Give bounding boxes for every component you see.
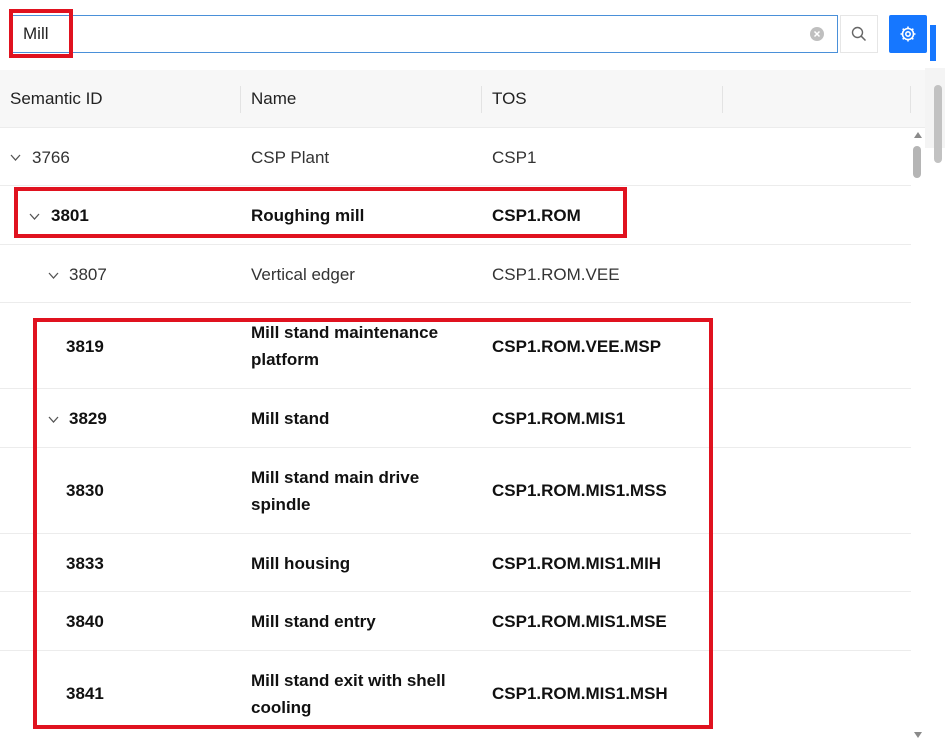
semantic-id: 3829: [69, 409, 107, 428]
search-box: [12, 15, 838, 53]
semantic-id: 3841: [66, 684, 104, 703]
clear-circle-icon[interactable]: [810, 27, 824, 41]
table-row[interactable]: 3807 Vertical edger CSP1.ROM.VEE: [0, 245, 911, 303]
settings-button[interactable]: [889, 15, 927, 53]
name-cell: Mill stand: [251, 409, 330, 428]
search-button[interactable]: [840, 15, 878, 53]
name-cell: Vertical edger: [251, 265, 355, 284]
tos-cell: CSP1: [492, 148, 537, 167]
chevron-down-icon[interactable]: [48, 272, 59, 279]
scroll-down-arrow-icon[interactable]: [914, 732, 922, 738]
name-cell-line2: platform: [251, 350, 319, 369]
outer-scroll-thumb[interactable]: [934, 85, 942, 163]
scroll-up-arrow-icon[interactable]: [914, 132, 922, 138]
name-cell-line2: cooling: [251, 698, 312, 717]
semantic-id: 3840: [66, 612, 104, 631]
semantic-id: 3819: [66, 337, 104, 356]
chevron-down-icon[interactable]: [48, 416, 59, 423]
tos-cell: CSP1.ROM.MIS1: [492, 409, 626, 428]
table-row[interactable]: 3841 Mill stand exit with shell cooling …: [0, 651, 911, 746]
semantic-id: 3766: [32, 148, 70, 167]
table-row[interactable]: 3829 Mill stand CSP1.ROM.MIS1: [0, 389, 911, 448]
table-row[interactable]: 3833 Mill housing CSP1.ROM.MIS1.MIH: [0, 534, 911, 592]
table-row[interactable]: 3766 CSP Plant CSP1: [0, 128, 911, 186]
tos-cell: CSP1.ROM.VEE: [492, 265, 620, 284]
semantic-id: 3801: [51, 206, 89, 225]
semantic-id: 3833: [66, 554, 104, 573]
chevron-down-icon[interactable]: [10, 154, 21, 161]
tos-cell: CSP1.ROM.MIS1.MSE: [492, 612, 667, 631]
tos-cell: CSP1.ROM: [492, 206, 581, 225]
column-header-name[interactable]: Name: [251, 89, 296, 109]
name-cell: Mill housing: [251, 554, 351, 573]
table-row[interactable]: 3840 Mill stand entry CSP1.ROM.MIS1.MSE: [0, 592, 911, 651]
column-divider: [240, 86, 241, 113]
name-cell: Roughing mill: [251, 206, 365, 225]
column-divider: [722, 86, 723, 113]
gear-icon: [900, 26, 916, 42]
name-cell-line2: spindle: [251, 495, 311, 514]
tos-cell: CSP1.ROM.MIS1.MSS: [492, 481, 667, 500]
name-cell-line1: Mill stand maintenance: [251, 323, 439, 342]
name-cell-line1: Mill stand main drive: [251, 468, 420, 487]
column-divider: [910, 86, 911, 113]
column-header-tos[interactable]: TOS: [492, 89, 527, 109]
search-input[interactable]: [23, 20, 803, 48]
tos-cell: CSP1.ROM.MIS1.MIH: [492, 554, 662, 573]
tos-cell: CSP1.ROM.MIS1.MSH: [492, 684, 668, 703]
table-row[interactable]: 3830 Mill stand main drive spindle CSP1.…: [0, 448, 911, 534]
edge-accent: [930, 25, 936, 61]
table-header: Semantic ID Name TOS: [0, 70, 925, 128]
name-cell-line1: Mill stand exit with shell: [251, 671, 446, 690]
search-icon: [851, 26, 867, 42]
table-row[interactable]: 3801 Roughing mill CSP1.ROM: [0, 186, 911, 245]
column-divider: [481, 86, 482, 113]
name-cell: Mill stand entry: [251, 612, 376, 631]
name-cell: CSP Plant: [251, 148, 330, 167]
semantic-id: 3830: [66, 481, 104, 500]
chevron-down-icon[interactable]: [29, 213, 40, 220]
semantic-id: 3807: [69, 265, 107, 284]
scroll-thumb[interactable]: [913, 146, 921, 178]
column-header-semantic-id[interactable]: Semantic ID: [10, 89, 103, 109]
table-scrollbar[interactable]: [911, 128, 925, 746]
table-row[interactable]: 3819 Mill stand maintenance platform CSP…: [0, 303, 911, 389]
tos-cell: CSP1.ROM.VEE.MSP: [492, 337, 662, 356]
